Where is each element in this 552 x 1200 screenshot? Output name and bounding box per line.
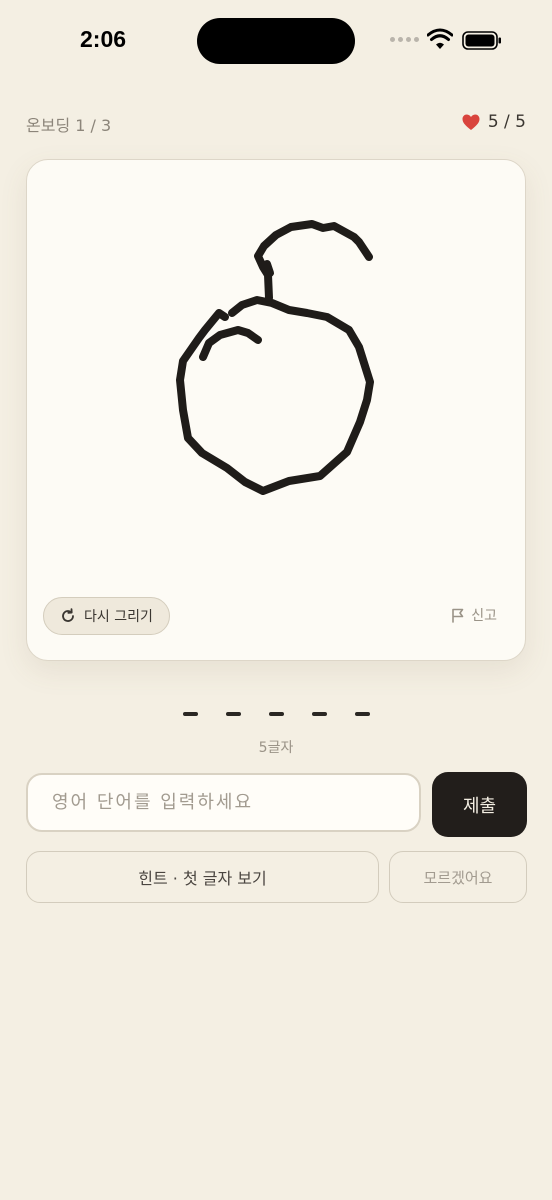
submit-button[interactable]: 제출 bbox=[432, 772, 527, 837]
report-button[interactable]: 신고 bbox=[451, 605, 497, 625]
status-bar: 2:06 bbox=[0, 0, 552, 80]
heart-icon bbox=[462, 114, 480, 130]
lives-label: 5 / 5 bbox=[487, 112, 526, 132]
letter-blanks bbox=[0, 712, 552, 716]
status-time: 2:06 bbox=[80, 26, 127, 52]
refresh-icon bbox=[62, 608, 74, 622]
letter-blank bbox=[182, 712, 198, 716]
redraw-button[interactable]: 다시 그리기 bbox=[43, 597, 170, 635]
answer-input[interactable] bbox=[26, 773, 421, 832]
letter-blank bbox=[225, 712, 241, 716]
letter-count: 5글자 bbox=[258, 740, 294, 756]
redraw-label: 다시 그리기 bbox=[84, 609, 153, 625]
lives-counter: 5 / 5 bbox=[462, 112, 526, 132]
dont-know-button[interactable]: 모르겠어요 bbox=[389, 851, 527, 903]
drawing-canvas[interactable]: 다시 그리기 신고 bbox=[26, 159, 526, 661]
header-row: 온보딩 1 / 3 5 / 5 bbox=[26, 112, 526, 136]
wifi-icon bbox=[427, 28, 453, 49]
signal-icon bbox=[390, 37, 419, 42]
hint-button[interactable]: 힌트 · 첫 글자 보기 bbox=[26, 851, 379, 903]
dynamic-island bbox=[197, 18, 355, 64]
battery-icon bbox=[462, 31, 501, 50]
flag-icon bbox=[452, 608, 464, 623]
report-label: 신고 bbox=[471, 608, 497, 624]
letter-blank bbox=[268, 712, 284, 716]
apple-drawing bbox=[176, 220, 374, 495]
onboarding-progress: 온보딩 1 / 3 bbox=[26, 116, 112, 135]
letter-blank bbox=[311, 712, 327, 716]
letter-blank bbox=[354, 712, 370, 716]
